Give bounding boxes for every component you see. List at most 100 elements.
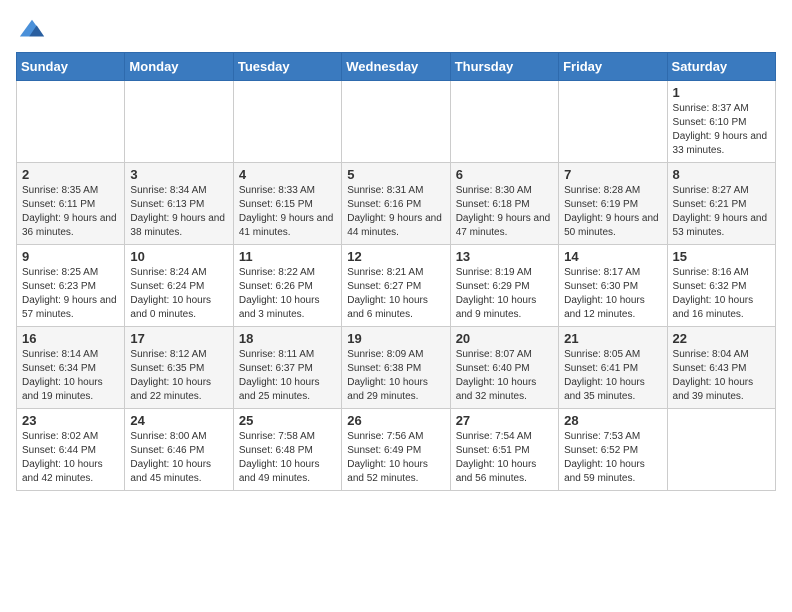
- calendar-week-3: 9 Sunrise: 8:25 AM Sunset: 6:23 PM Daylig…: [17, 245, 776, 327]
- day-info: Sunrise: 7:58 AM Sunset: 6:48 PM Dayligh…: [239, 430, 336, 486]
- day-info: Sunrise: 8:27 AM Sunset: 6:21 PM Dayligh…: [673, 184, 770, 240]
- day-info: Sunrise: 8:16 AM Sunset: 6:32 PM Dayligh…: [673, 266, 770, 322]
- day-number: 12: [347, 249, 444, 264]
- calendar-cell: 20 Sunrise: 8:07 AM Sunset: 6:40 PM Dayli…: [450, 327, 558, 409]
- calendar-cell: 6 Sunrise: 8:30 AM Sunset: 6:18 PM Daylig…: [450, 163, 558, 245]
- calendar-cell: 23Sunrise: 8:02 AM Sunset: 6:44 PM Dayli…: [17, 409, 125, 491]
- calendar-cell: 18 Sunrise: 8:11 AM Sunset: 6:37 PM Dayli…: [233, 327, 341, 409]
- calendar-cell: 26Sunrise: 7:56 AM Sunset: 6:49 PM Dayli…: [342, 409, 450, 491]
- calendar-cell: 1 Sunrise: 8:37 AM Sunset: 6:10 PM Daylig…: [667, 81, 775, 163]
- day-number: 13: [456, 249, 553, 264]
- day-number: 1: [673, 85, 770, 100]
- day-number: 28: [564, 413, 661, 428]
- day-info: Sunrise: 8:04 AM Sunset: 6:43 PM Dayligh…: [673, 348, 770, 404]
- day-info: Sunrise: 8:11 AM Sunset: 6:37 PM Dayligh…: [239, 348, 336, 404]
- logo: [16, 16, 46, 44]
- calendar-cell: 15 Sunrise: 8:16 AM Sunset: 6:32 PM Dayli…: [667, 245, 775, 327]
- day-info: Sunrise: 8:30 AM Sunset: 6:18 PM Dayligh…: [456, 184, 553, 240]
- day-info: Sunrise: 7:56 AM Sunset: 6:49 PM Dayligh…: [347, 430, 444, 486]
- day-number: 17: [130, 331, 227, 346]
- calendar-cell: 13 Sunrise: 8:19 AM Sunset: 6:29 PM Dayli…: [450, 245, 558, 327]
- calendar-cell: [667, 409, 775, 491]
- day-info: Sunrise: 8:17 AM Sunset: 6:30 PM Dayligh…: [564, 266, 661, 322]
- day-info: Sunrise: 8:25 AM Sunset: 6:23 PM Dayligh…: [22, 266, 119, 322]
- day-number: 15: [673, 249, 770, 264]
- calendar-week-4: 16 Sunrise: 8:14 AM Sunset: 6:34 PM Dayli…: [17, 327, 776, 409]
- day-info: Sunrise: 8:35 AM Sunset: 6:11 PM Dayligh…: [22, 184, 119, 240]
- day-info: Sunrise: 8:37 AM Sunset: 6:10 PM Dayligh…: [673, 102, 770, 158]
- calendar-cell: [125, 81, 233, 163]
- calendar-cell: 28 Sunrise: 7:53 AM Sunset: 6:52 PM Dayli…: [559, 409, 667, 491]
- page-header: [16, 16, 776, 44]
- calendar-cell: 24 Sunrise: 8:00 AM Sunset: 6:46 PM Dayli…: [125, 409, 233, 491]
- day-number: 16: [22, 331, 119, 346]
- day-info: Sunrise: 7:54 AM Sunset: 6:51 PM Dayligh…: [456, 430, 553, 486]
- calendar-cell: [559, 81, 667, 163]
- day-header-sunday: Sunday: [17, 53, 125, 81]
- day-number: 7: [564, 167, 661, 182]
- calendar-cell: 4 Sunrise: 8:33 AM Sunset: 6:15 PM Daylig…: [233, 163, 341, 245]
- calendar-cell: 25 Sunrise: 7:58 AM Sunset: 6:48 PM Dayli…: [233, 409, 341, 491]
- day-number: 14: [564, 249, 661, 264]
- calendar-cell: 12 Sunrise: 8:21 AM Sunset: 6:27 PM Dayli…: [342, 245, 450, 327]
- day-number: 8: [673, 167, 770, 182]
- day-header-monday: Monday: [125, 53, 233, 81]
- calendar-cell: [450, 81, 558, 163]
- day-info: Sunrise: 8:31 AM Sunset: 6:16 PM Dayligh…: [347, 184, 444, 240]
- day-header-wednesday: Wednesday: [342, 53, 450, 81]
- day-header-tuesday: Tuesday: [233, 53, 341, 81]
- calendar-cell: 27 Sunrise: 7:54 AM Sunset: 6:51 PM Dayli…: [450, 409, 558, 491]
- calendar-cell: 10Sunrise: 8:24 AM Sunset: 6:24 PM Dayli…: [125, 245, 233, 327]
- day-number: 6: [456, 167, 553, 182]
- day-info: Sunrise: 8:09 AM Sunset: 6:38 PM Dayligh…: [347, 348, 444, 404]
- day-info: Sunrise: 8:07 AM Sunset: 6:40 PM Dayligh…: [456, 348, 553, 404]
- calendar-cell: 8 Sunrise: 8:27 AM Sunset: 6:21 PM Daylig…: [667, 163, 775, 245]
- calendar-week-1: 1 Sunrise: 8:37 AM Sunset: 6:10 PM Daylig…: [17, 81, 776, 163]
- day-info: Sunrise: 8:34 AM Sunset: 6:13 PM Dayligh…: [130, 184, 227, 240]
- day-number: 5: [347, 167, 444, 182]
- day-info: Sunrise: 8:02 AM Sunset: 6:44 PM Dayligh…: [22, 430, 119, 486]
- day-number: 18: [239, 331, 336, 346]
- day-header-friday: Friday: [559, 53, 667, 81]
- day-info: Sunrise: 7:53 AM Sunset: 6:52 PM Dayligh…: [564, 430, 661, 486]
- calendar-cell: 2 Sunrise: 8:35 AM Sunset: 6:11 PM Daylig…: [17, 163, 125, 245]
- calendar-cell: 11 Sunrise: 8:22 AM Sunset: 6:26 PM Dayli…: [233, 245, 341, 327]
- calendar-table: SundayMondayTuesdayWednesdayThursdayFrid…: [16, 52, 776, 491]
- day-number: 20: [456, 331, 553, 346]
- day-info: Sunrise: 8:33 AM Sunset: 6:15 PM Dayligh…: [239, 184, 336, 240]
- calendar-cell: 17Sunrise: 8:12 AM Sunset: 6:35 PM Dayli…: [125, 327, 233, 409]
- day-info: Sunrise: 8:21 AM Sunset: 6:27 PM Dayligh…: [347, 266, 444, 322]
- day-number: 2: [22, 167, 119, 182]
- calendar-cell: 9 Sunrise: 8:25 AM Sunset: 6:23 PM Daylig…: [17, 245, 125, 327]
- day-number: 21: [564, 331, 661, 346]
- day-number: 4: [239, 167, 336, 182]
- calendar-cell: 3 Sunrise: 8:34 AM Sunset: 6:13 PM Daylig…: [125, 163, 233, 245]
- calendar-header-row: SundayMondayTuesdayWednesdayThursdayFrid…: [17, 53, 776, 81]
- day-info: Sunrise: 8:05 AM Sunset: 6:41 PM Dayligh…: [564, 348, 661, 404]
- day-info: Sunrise: 8:28 AM Sunset: 6:19 PM Dayligh…: [564, 184, 661, 240]
- day-header-saturday: Saturday: [667, 53, 775, 81]
- calendar-week-2: 2 Sunrise: 8:35 AM Sunset: 6:11 PM Daylig…: [17, 163, 776, 245]
- day-number: 22: [673, 331, 770, 346]
- day-number: 9: [22, 249, 119, 264]
- day-info: Sunrise: 8:00 AM Sunset: 6:46 PM Dayligh…: [130, 430, 227, 486]
- day-info: Sunrise: 8:24 AM Sunset: 6:24 PM Dayligh…: [130, 266, 227, 322]
- day-number: 27: [456, 413, 553, 428]
- calendar-cell: 14 Sunrise: 8:17 AM Sunset: 6:30 PM Dayli…: [559, 245, 667, 327]
- day-number: 19: [347, 331, 444, 346]
- day-info: Sunrise: 8:22 AM Sunset: 6:26 PM Dayligh…: [239, 266, 336, 322]
- day-number: 11: [239, 249, 336, 264]
- day-number: 3: [130, 167, 227, 182]
- day-number: 24: [130, 413, 227, 428]
- day-info: Sunrise: 8:14 AM Sunset: 6:34 PM Dayligh…: [22, 348, 119, 404]
- calendar-cell: 16 Sunrise: 8:14 AM Sunset: 6:34 PM Dayli…: [17, 327, 125, 409]
- calendar-cell: [17, 81, 125, 163]
- calendar-cell: [233, 81, 341, 163]
- logo-icon: [18, 16, 46, 44]
- calendar-cell: 7 Sunrise: 8:28 AM Sunset: 6:19 PM Daylig…: [559, 163, 667, 245]
- calendar-cell: 22 Sunrise: 8:04 AM Sunset: 6:43 PM Dayli…: [667, 327, 775, 409]
- day-number: 25: [239, 413, 336, 428]
- day-header-thursday: Thursday: [450, 53, 558, 81]
- day-info: Sunrise: 8:19 AM Sunset: 6:29 PM Dayligh…: [456, 266, 553, 322]
- calendar-week-5: 23Sunrise: 8:02 AM Sunset: 6:44 PM Dayli…: [17, 409, 776, 491]
